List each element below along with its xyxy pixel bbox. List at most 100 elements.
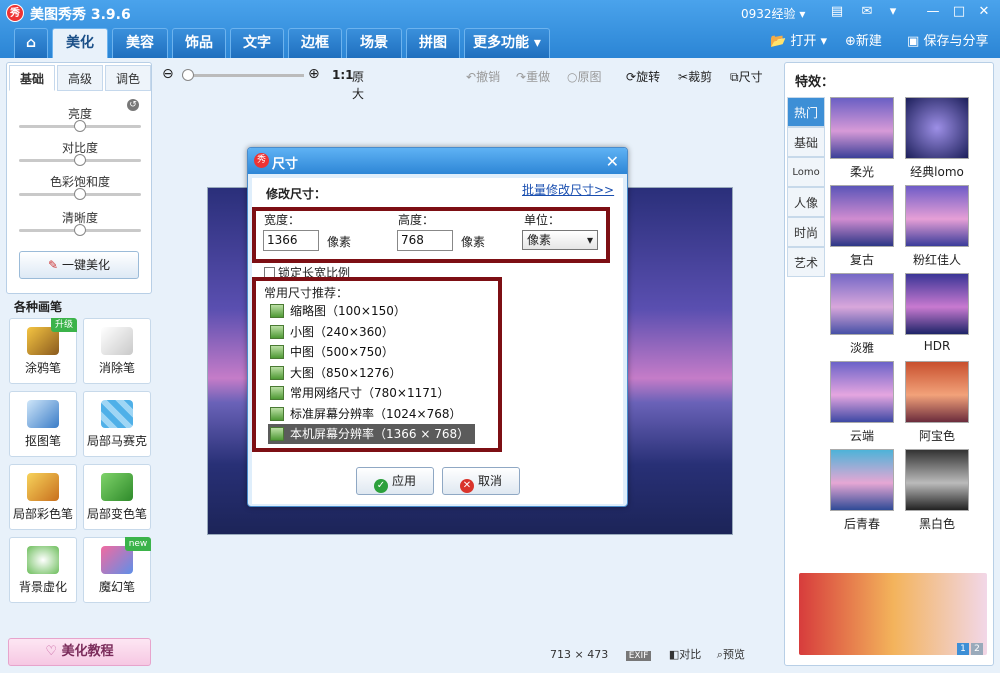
dialog-body: 修改尺寸： 批量修改尺寸>> 宽度： 1366 像素 高度： 768 像素 单位…	[252, 178, 623, 504]
slider-thumb[interactable]	[74, 120, 86, 132]
tab-accessories[interactable]: 饰品	[172, 28, 226, 58]
sharpness-slider[interactable]	[19, 224, 141, 236]
page-1[interactable]: 1	[957, 643, 969, 655]
exif-button[interactable]: EXIF	[625, 651, 652, 661]
effects-tab-hot[interactable]: 热门	[787, 97, 825, 127]
tab-color[interactable]: 调色	[105, 65, 151, 91]
redo-button[interactable]: ↷重做	[516, 68, 550, 85]
effect-elegant[interactable]	[830, 273, 894, 335]
save-share-button[interactable]: ▣ 保存与分享	[907, 32, 988, 52]
effect-classic-lomo[interactable]	[905, 97, 969, 159]
tab-basic[interactable]: 基础	[9, 65, 55, 91]
saturation-slider[interactable]	[19, 188, 141, 200]
effect-hdr[interactable]	[905, 273, 969, 335]
image-icon	[270, 304, 284, 318]
slider-thumb[interactable]	[74, 224, 86, 236]
preset-medium[interactable]: 中图（500×750）	[268, 342, 400, 362]
slider-thumb[interactable]	[74, 188, 86, 200]
zoom-in-icon[interactable]: ⊕	[308, 66, 320, 82]
height-input[interactable]: 768	[397, 230, 453, 251]
original-image-button[interactable]: ○原图	[567, 68, 602, 85]
resize-button[interactable]: ⧉尺寸	[730, 68, 763, 85]
effect-pink-lady[interactable]	[905, 185, 969, 247]
tab-collage[interactable]: 拼图	[406, 28, 460, 58]
image-icon	[270, 366, 284, 380]
brush-doodle[interactable]: 涂鸦笔 升级	[9, 318, 77, 384]
brush-mosaic[interactable]: 局部马赛克	[83, 391, 151, 457]
effect-retro[interactable]	[830, 185, 894, 247]
rotate-button[interactable]: ⟳旋转	[626, 68, 660, 85]
image-dimensions: 713 × 473	[550, 648, 609, 661]
batch-resize-link[interactable]: 批量修改尺寸>>	[522, 181, 614, 198]
brush-cutout[interactable]: 抠图笔	[9, 391, 77, 457]
brush-magic[interactable]: 魔幻笔 new	[83, 537, 151, 603]
effects-panel: 特效： 热门 基础 Lomo 人像 时尚 艺术 柔光 经典lomo 复古 粉红佳…	[784, 62, 994, 666]
tab-text[interactable]: 文字	[230, 28, 284, 58]
effect-abao[interactable]	[905, 361, 969, 423]
width-input[interactable]: 1366	[263, 230, 319, 251]
tab-scene[interactable]: 场景	[346, 28, 402, 58]
hands-icon: ♡	[45, 644, 58, 659]
folder-icon: 📂	[770, 34, 787, 49]
brush-local-recolor[interactable]: 局部变色笔	[83, 464, 151, 530]
save-icon: ▣	[907, 34, 920, 49]
brightness-slider[interactable]	[19, 120, 141, 132]
effects-tab-lomo[interactable]: Lomo	[787, 157, 825, 187]
effect-soft-light[interactable]	[830, 97, 894, 159]
close-icon[interactable]: ✕	[975, 3, 993, 21]
unit-select[interactable]: 像素 ▾	[522, 230, 598, 250]
slider-thumb[interactable]	[74, 154, 86, 166]
cancel-button[interactable]: ✕ 取消	[442, 467, 520, 495]
effect-black-white[interactable]	[905, 449, 969, 511]
tutorial-button[interactable]: ♡ 美化教程	[8, 638, 151, 666]
close-icon[interactable]: ✕	[606, 152, 619, 171]
apply-button[interactable]: ✓ 应用	[356, 467, 434, 495]
compare-button[interactable]: ◧对比	[669, 648, 701, 661]
preset-web[interactable]: 常用网络尺寸（780×1171）	[268, 383, 456, 403]
effect-post-youth[interactable]	[830, 449, 894, 511]
tab-advanced[interactable]: 高级	[57, 65, 103, 91]
new-button[interactable]: ⊕新建	[845, 32, 882, 52]
zoom-out-icon[interactable]: ⊖	[162, 66, 174, 82]
home-tab[interactable]: ⌂	[14, 28, 48, 58]
crop-button[interactable]: ✂裁剪	[678, 68, 712, 85]
resize-icon: ⧉	[730, 70, 739, 84]
menu-icon[interactable]: ▾	[884, 3, 902, 21]
resize-dialog: 秀 尺寸 ✕ 修改尺寸： 批量修改尺寸>> 宽度： 1366 像素 高度： 76…	[247, 147, 628, 507]
resize-heading: 修改尺寸：	[266, 187, 327, 201]
tab-beauty[interactable]: 美容	[112, 28, 168, 58]
effects-tab-art[interactable]: 艺术	[787, 247, 825, 277]
tab-border[interactable]: 边框	[288, 28, 342, 58]
page-2[interactable]: 2	[971, 643, 983, 655]
preset-thumbnail[interactable]: 缩略图（100×150）	[268, 301, 412, 321]
message-icon[interactable]: ✉	[858, 3, 876, 21]
actual-size-ratio[interactable]: 1:1	[332, 68, 354, 82]
zoom-thumb[interactable]	[182, 69, 194, 81]
effect-cloud[interactable]	[830, 361, 894, 423]
effects-tab-fashion[interactable]: 时尚	[787, 217, 825, 247]
original-size-button[interactable]: 原大	[352, 68, 364, 102]
minimize-icon[interactable]: —	[924, 3, 942, 21]
open-button[interactable]: 📂 打开 ▾	[770, 32, 827, 52]
tab-beautify[interactable]: 美化	[52, 28, 108, 59]
maximize-icon[interactable]: □	[950, 3, 968, 21]
brush-local-color[interactable]: 局部彩色笔	[9, 464, 77, 530]
preset-standard-screen[interactable]: 标准屏幕分辨率（1024×768）	[268, 404, 468, 424]
contrast-slider[interactable]	[19, 154, 141, 166]
app-logo-icon: 秀	[6, 4, 24, 22]
undo-button[interactable]: ↶撤销	[466, 68, 500, 85]
one-key-beautify-button[interactable]: ✎ 一键美化	[19, 251, 139, 279]
effects-tab-basic[interactable]: 基础	[787, 127, 825, 157]
skin-icon[interactable]: ▤	[828, 3, 846, 21]
image-icon	[270, 407, 284, 421]
preset-small[interactable]: 小图（240×360）	[268, 322, 400, 342]
preset-large[interactable]: 大图（850×1276）	[268, 363, 408, 383]
preset-native-screen[interactable]: 本机屏幕分辨率（1366 × 768）	[268, 424, 476, 444]
brush-eraser[interactable]: 消除笔	[83, 318, 151, 384]
tab-more[interactable]: 更多功能 ▾	[464, 28, 550, 58]
user-account-dropdown[interactable]: 0932经验 ▾	[741, 5, 805, 22]
preview-button[interactable]: ⌕预览	[717, 648, 745, 661]
zoom-slider[interactable]	[182, 69, 304, 81]
effects-tab-portrait[interactable]: 人像	[787, 187, 825, 217]
brush-bg-blur[interactable]: 背景虚化	[9, 537, 77, 603]
